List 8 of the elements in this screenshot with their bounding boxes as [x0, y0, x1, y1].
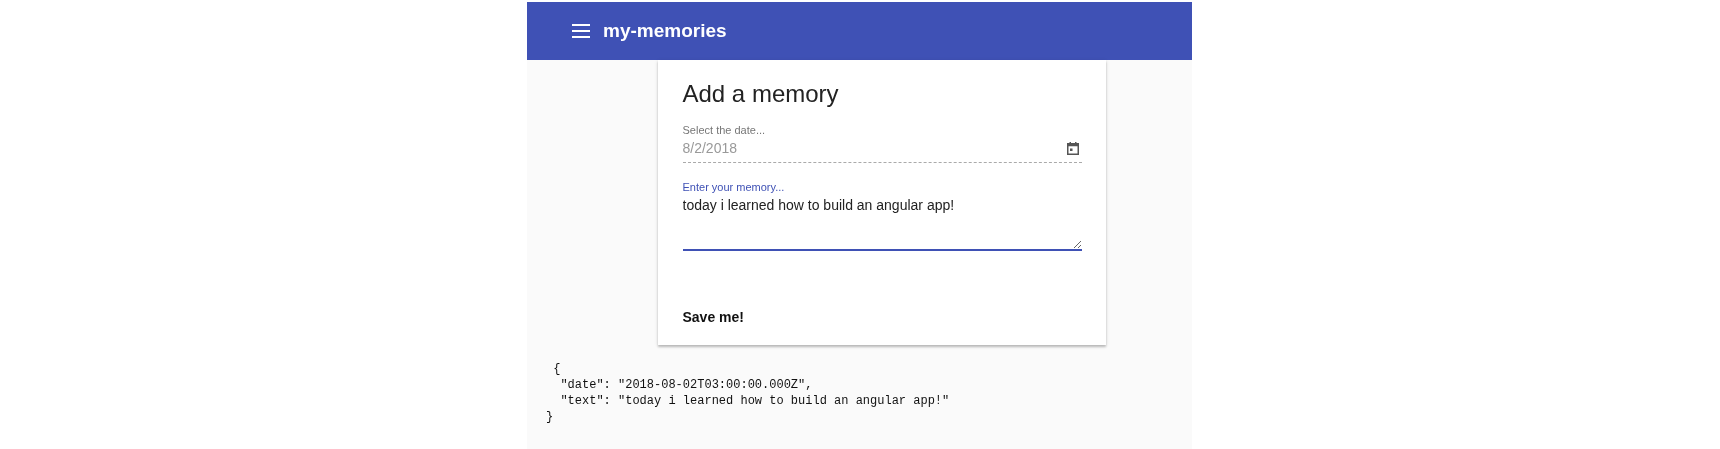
field-label: Select the date... [682, 124, 766, 136]
app-title: my-memories [603, 20, 727, 42]
card-title: Add a memory [682, 80, 840, 108]
memory-field[interactable]: today i learned how to build an angular app! [682, 197, 1082, 251]
save-button[interactable]: Save me! [682, 303, 744, 331]
json-output: { "date": "2018-08-02T03:00:00.000Z", "text": "today i learned how to build an angular app!" } [546, 361, 950, 425]
menu-icon[interactable] [572, 24, 590, 38]
field-label: Enter your memory... [682, 181, 785, 193]
